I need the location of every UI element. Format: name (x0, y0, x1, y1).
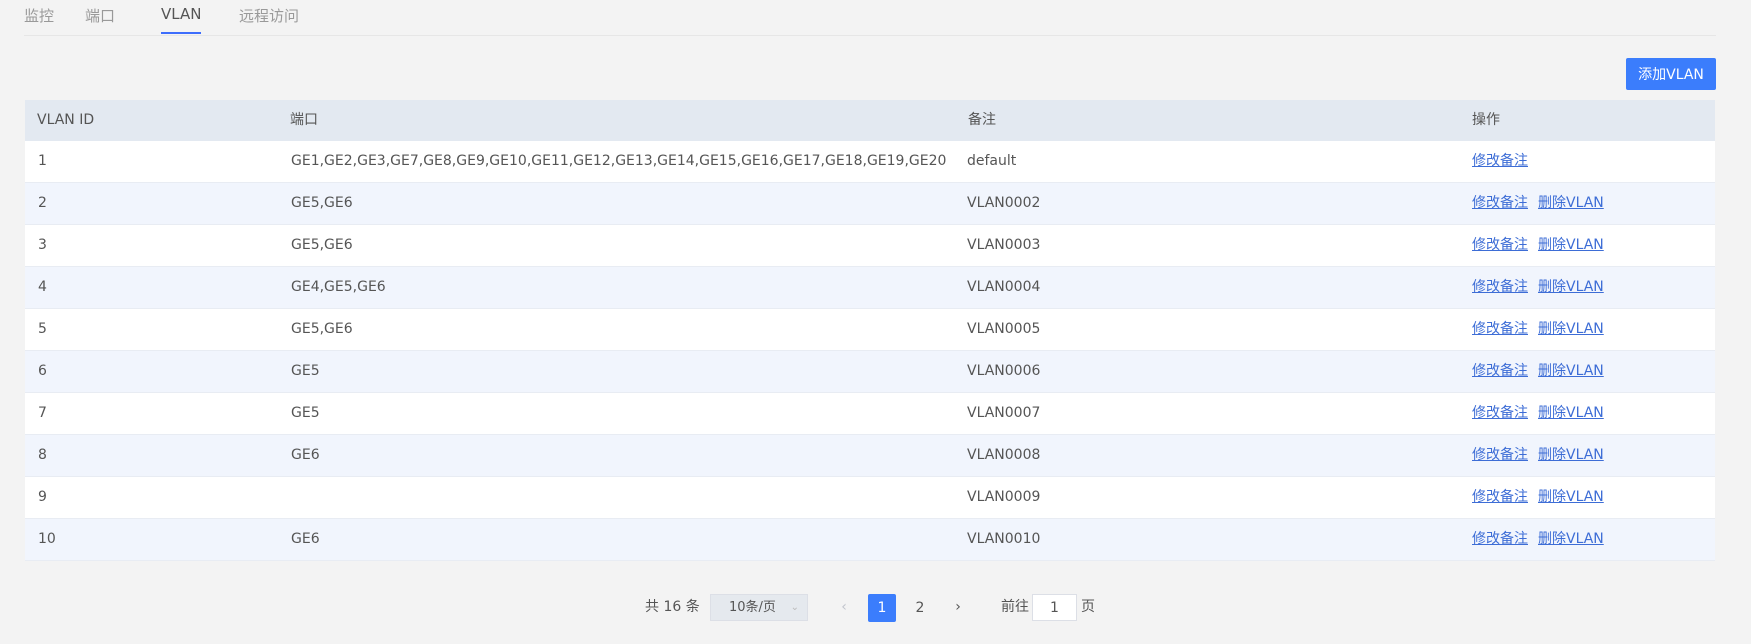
table-row: 4 GE4,GE5,GE6 VLAN0004 修改备注 删除VLAN (25, 267, 1715, 309)
header-vlan-id: VLAN ID (37, 112, 95, 128)
delete-vlan-link[interactable]: 删除VLAN (1538, 531, 1604, 547)
chevron-down-icon: ⌄ (790, 602, 799, 613)
table-row: 9 VLAN0009 修改备注 删除VLAN (25, 477, 1715, 519)
delete-vlan-link[interactable]: 删除VLAN (1538, 195, 1604, 211)
edit-note-link[interactable]: 修改备注 (1472, 405, 1528, 421)
cell-actions: 修改备注 删除VLAN (1472, 519, 1614, 560)
cell-note: VLAN0005 (967, 321, 1041, 337)
tab-ports[interactable]: 端口 (85, 5, 115, 26)
cell-actions: 修改备注 删除VLAN (1472, 435, 1614, 476)
page-size-value: 10条/页 (729, 600, 776, 615)
cell-note: VLAN0002 (967, 195, 1041, 211)
cell-ports: GE4,GE5,GE6 (291, 279, 386, 295)
total-count: 共 16 条 (645, 599, 700, 615)
edit-note-link[interactable]: 修改备注 (1472, 489, 1528, 505)
vlan-table: VLAN ID 端口 备注 操作 1 GE1,GE2,GE3,GE7,GE8,G… (25, 100, 1715, 561)
header-ports: 端口 (290, 112, 318, 128)
tab-remote-access[interactable]: 远程访问 (239, 5, 299, 26)
cell-vlan-id: 8 (38, 447, 47, 463)
delete-vlan-link[interactable]: 删除VLAN (1538, 363, 1604, 379)
cell-vlan-id: 3 (38, 237, 47, 253)
edit-note-link[interactable]: 修改备注 (1472, 195, 1528, 211)
cell-vlan-id: 2 (38, 195, 47, 211)
table-header: VLAN ID 端口 备注 操作 (25, 100, 1715, 141)
header-actions: 操作 (1472, 112, 1500, 128)
table-row: 10 GE6 VLAN0010 修改备注 删除VLAN (25, 519, 1715, 561)
cell-vlan-id: 10 (38, 531, 56, 547)
cell-ports: GE5 (291, 363, 320, 379)
cell-note: VLAN0007 (967, 405, 1041, 421)
cell-actions: 修改备注 (1472, 141, 1538, 182)
header-note: 备注 (968, 112, 996, 128)
table-row: 6 GE5 VLAN0006 修改备注 删除VLAN (25, 351, 1715, 393)
cell-ports: GE5,GE6 (291, 321, 353, 337)
chevron-left-icon[interactable]: ‹ (836, 594, 852, 621)
cell-vlan-id: 1 (38, 153, 47, 169)
table-row: 2 GE5,GE6 VLAN0002 修改备注 删除VLAN (25, 183, 1715, 225)
edit-note-link[interactable]: 修改备注 (1472, 447, 1528, 463)
goto-page-input[interactable] (1032, 594, 1077, 621)
tab-monitor[interactable]: 监控 (24, 5, 54, 26)
page-button-2[interactable]: 2 (906, 594, 934, 622)
cell-vlan-id: 7 (38, 405, 47, 421)
cell-note: default (967, 153, 1017, 169)
edit-note-link[interactable]: 修改备注 (1472, 279, 1528, 295)
table-body: 1 GE1,GE2,GE3,GE7,GE8,GE9,GE10,GE11,GE12… (25, 141, 1715, 561)
edit-note-link[interactable]: 修改备注 (1472, 153, 1528, 169)
table-row: 1 GE1,GE2,GE3,GE7,GE8,GE9,GE10,GE11,GE12… (25, 141, 1715, 183)
delete-vlan-link[interactable]: 删除VLAN (1538, 447, 1604, 463)
table-row: 3 GE5,GE6 VLAN0003 修改备注 删除VLAN (25, 225, 1715, 267)
cell-actions: 修改备注 删除VLAN (1472, 267, 1614, 308)
cell-vlan-id: 6 (38, 363, 47, 379)
pagination: 共 16 条 10条/页 ⌄ ‹ 1 2 › 前往 页 (0, 594, 1751, 622)
cell-actions: 修改备注 删除VLAN (1472, 183, 1614, 224)
cell-ports: GE5 (291, 405, 320, 421)
cell-ports: GE5,GE6 (291, 195, 353, 211)
cell-note: VLAN0009 (967, 489, 1041, 505)
edit-note-link[interactable]: 修改备注 (1472, 237, 1528, 253)
tab-bar: 监控 端口 VLAN 远程访问 (24, 0, 1716, 36)
cell-note: VLAN0004 (967, 279, 1041, 295)
cell-ports: GE6 (291, 447, 320, 463)
table-row: 8 GE6 VLAN0008 修改备注 删除VLAN (25, 435, 1715, 477)
cell-vlan-id: 4 (38, 279, 47, 295)
page-button-1[interactable]: 1 (868, 594, 896, 622)
cell-ports: GE6 (291, 531, 320, 547)
cell-note: VLAN0006 (967, 363, 1041, 379)
delete-vlan-link[interactable]: 删除VLAN (1538, 279, 1604, 295)
page-size-select[interactable]: 10条/页 ⌄ (710, 594, 808, 621)
cell-actions: 修改备注 删除VLAN (1472, 393, 1614, 434)
goto-suffix: 页 (1081, 599, 1095, 615)
delete-vlan-link[interactable]: 删除VLAN (1538, 237, 1604, 253)
goto-label: 前往 (1001, 599, 1029, 615)
cell-note: VLAN0010 (967, 531, 1041, 547)
chevron-right-icon[interactable]: › (950, 594, 966, 621)
table-row: 7 GE5 VLAN0007 修改备注 删除VLAN (25, 393, 1715, 435)
edit-note-link[interactable]: 修改备注 (1472, 363, 1528, 379)
delete-vlan-link[interactable]: 删除VLAN (1538, 489, 1604, 505)
table-row: 5 GE5,GE6 VLAN0005 修改备注 删除VLAN (25, 309, 1715, 351)
cell-vlan-id: 5 (38, 321, 47, 337)
cell-actions: 修改备注 删除VLAN (1472, 477, 1614, 518)
delete-vlan-link[interactable]: 删除VLAN (1538, 405, 1604, 421)
edit-note-link[interactable]: 修改备注 (1472, 321, 1528, 337)
edit-note-link[interactable]: 修改备注 (1472, 531, 1528, 547)
add-vlan-button[interactable]: 添加VLAN (1626, 58, 1716, 90)
cell-actions: 修改备注 删除VLAN (1472, 225, 1614, 266)
cell-actions: 修改备注 删除VLAN (1472, 351, 1614, 392)
cell-note: VLAN0003 (967, 237, 1041, 253)
cell-ports: GE5,GE6 (291, 237, 353, 253)
cell-note: VLAN0008 (967, 447, 1041, 463)
tab-vlan[interactable]: VLAN (161, 5, 202, 34)
cell-ports: GE1,GE2,GE3,GE7,GE8,GE9,GE10,GE11,GE12,G… (291, 153, 947, 169)
cell-actions: 修改备注 删除VLAN (1472, 309, 1614, 350)
delete-vlan-link[interactable]: 删除VLAN (1538, 321, 1604, 337)
cell-vlan-id: 9 (38, 489, 47, 505)
